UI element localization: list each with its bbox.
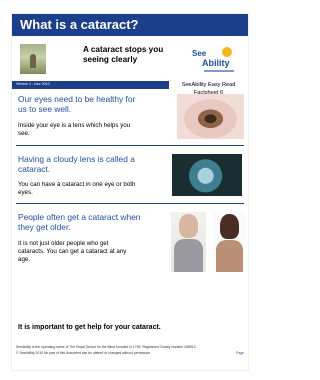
section-heading-cloudy-lens: Having a cloudy lens is called a catarac… — [18, 154, 135, 174]
footer-line-copyright: © SeeAbility 2010 No part of this docume… — [16, 351, 244, 355]
section-heading-healthy-eyes: Our eyes need to be healthy for us to se… — [18, 94, 136, 114]
section-body-any-age: It is not just older people who get cata… — [18, 240, 127, 263]
version-label: Version 1 - Nov 2010 — [16, 82, 50, 86]
factsheet-page: What is a cataract? A cataract stops you… — [12, 14, 248, 370]
important-message: It is important to get help for your cat… — [18, 324, 161, 331]
section-body-one-or-both: You can have a cataract in one eye or bo… — [18, 181, 136, 196]
divider — [16, 145, 244, 146]
logo-tagline — [204, 70, 234, 72]
footer-copyright-text: © SeeAbility 2010 No part of this docume… — [16, 351, 151, 355]
eye-photo — [177, 94, 244, 139]
logo-see: See — [192, 49, 207, 58]
seeability-logo: See Ability — [192, 46, 240, 74]
factsheet-label: SeeAbility Easy Read Factsheet 6 — [169, 81, 248, 96]
footer-line-charity: SeeAbility is the operating name of The … — [16, 345, 244, 349]
young-woman-photo — [213, 212, 246, 272]
footer-charity-text: SeeAbility is the operating name of The … — [16, 345, 196, 349]
header-photo — [20, 44, 46, 74]
meta-bar: Version 1 - Nov 2010 SeeAbility Easy Rea… — [12, 81, 248, 96]
cataract-photo — [172, 154, 242, 196]
older-man-photo — [171, 212, 206, 272]
page-number: Page — [236, 351, 244, 355]
title-bar: What is a cataract? — [12, 14, 248, 36]
page-title: What is a cataract? — [20, 17, 139, 32]
section-heading-older: People often get a cataract when they ge… — [18, 212, 141, 232]
header-text: A cataract stops you seeing clearly — [83, 45, 164, 64]
divider — [16, 203, 244, 204]
logo-ability: Ability — [202, 58, 230, 68]
sun-icon — [222, 47, 232, 57]
section-body-lens: Inside your eye is a lens which helps yo… — [18, 122, 131, 137]
